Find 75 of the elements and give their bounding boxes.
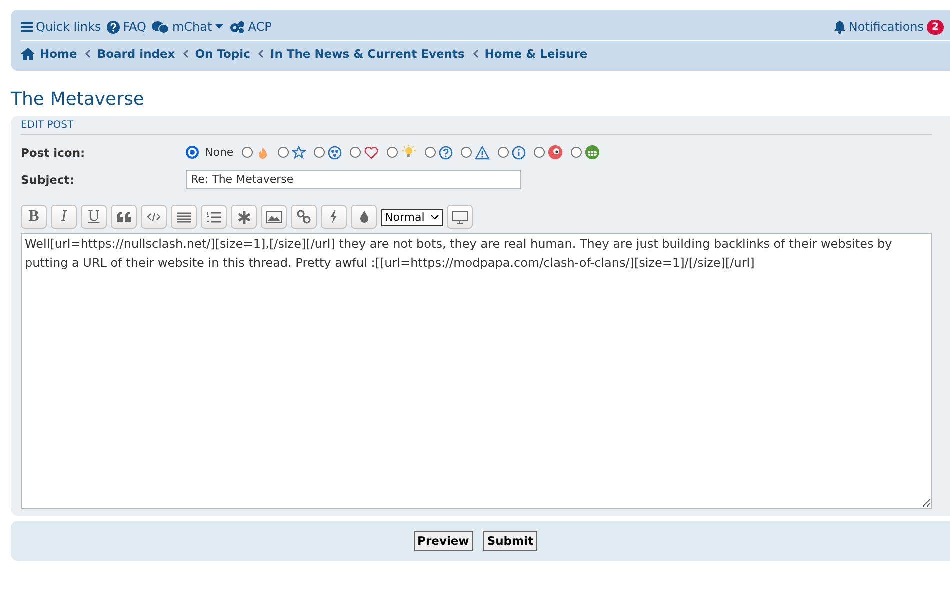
code-icon xyxy=(147,212,161,222)
drop-button[interactable] xyxy=(351,205,377,229)
menu-icon xyxy=(21,21,33,33)
image-icon xyxy=(266,211,282,223)
notification-count: 2 xyxy=(927,20,944,34)
caret-icon xyxy=(430,214,439,220)
lightning-icon xyxy=(330,210,338,224)
breadcrumb-link[interactable]: Home & Leisure xyxy=(484,47,588,61)
section-heading: EDIT POST xyxy=(21,120,932,135)
link-icon xyxy=(297,210,311,224)
quote-button[interactable] xyxy=(111,205,137,229)
message-field[interactable]: Well[url=https://nullsclash.net/][size=1],[/size][/url] they are not bots, they are real human. They are just building backlinks of their websites by putting a URL of their website in this thread. Pretty awful :[[url=https://modpapa.com/clash-of-clans/][size=1]/[/size][/url] xyxy=(21,233,932,509)
page-title: The Metaverse xyxy=(11,89,146,110)
field-label: Post icon: xyxy=(21,146,86,160)
bell-icon xyxy=(834,20,846,34)
font-size-select[interactable]: Normal xyxy=(381,208,443,226)
quote-icon xyxy=(117,212,131,222)
submit-button[interactable]: Submit xyxy=(483,531,538,551)
drop-icon xyxy=(360,211,368,223)
image-button[interactable] xyxy=(261,205,287,229)
warning-icon xyxy=(474,146,490,160)
chevron-icon xyxy=(472,50,479,58)
radio-button[interactable] xyxy=(460,147,472,158)
question-icon xyxy=(438,146,453,160)
radio-button[interactable] xyxy=(186,146,199,159)
radio-button[interactable] xyxy=(350,147,361,158)
radio-button[interactable] xyxy=(534,147,545,158)
breadcrumb-link[interactable]: In The News & Current Events xyxy=(270,47,465,61)
numlist-button[interactable] xyxy=(201,205,227,229)
monitor-icon xyxy=(452,210,468,224)
gears-icon xyxy=(230,20,246,34)
face-icon xyxy=(548,145,563,160)
monitor-button[interactable] xyxy=(446,205,473,229)
info-icon xyxy=(512,146,526,160)
list-icon xyxy=(177,212,191,222)
lightbulb-icon xyxy=(400,145,417,160)
radiation-icon xyxy=(328,146,342,160)
radio-button[interactable] xyxy=(424,147,436,158)
flash-button[interactable] xyxy=(321,205,347,229)
nav-link[interactable]: Quick links xyxy=(21,20,102,34)
chevron-icon xyxy=(85,50,92,58)
nav-link[interactable]: FAQ xyxy=(107,20,146,34)
grin-face-icon xyxy=(584,145,600,160)
breadcrumb-link[interactable]: Board index xyxy=(97,47,176,61)
nav-link[interactable]: ACP xyxy=(230,20,272,34)
radio-button[interactable] xyxy=(314,147,325,158)
format-button[interactable]: B xyxy=(21,205,47,229)
help-icon xyxy=(107,20,120,34)
nav-link[interactable]: mChat xyxy=(152,20,224,34)
format-button[interactable]: I xyxy=(51,205,77,229)
home-icon xyxy=(21,48,35,60)
breadcrumb-link[interactable]: On Topic xyxy=(195,47,250,61)
code-button[interactable] xyxy=(141,205,167,229)
radio-button[interactable] xyxy=(242,147,253,158)
radio-button[interactable] xyxy=(278,147,289,158)
asterisk-icon xyxy=(238,210,250,224)
radio-button[interactable] xyxy=(498,147,509,158)
heart-icon xyxy=(364,146,379,160)
list-button[interactable] xyxy=(171,205,197,229)
numbered-list-icon xyxy=(207,210,221,224)
subject-field[interactable]: Re: The Metaverse xyxy=(186,170,521,189)
radio-button[interactable] xyxy=(386,147,398,158)
link-button[interactable] xyxy=(291,205,317,229)
option-label: None xyxy=(205,146,234,159)
chat-icon xyxy=(152,20,170,34)
notifications-link[interactable]: Notifications xyxy=(834,20,924,34)
breadcrumb-link[interactable]: Home xyxy=(40,47,78,61)
field-label: Subject: xyxy=(21,172,76,186)
asterisk-button[interactable] xyxy=(231,205,257,229)
chevron-icon xyxy=(258,50,264,58)
submit-button[interactable]: Preview xyxy=(414,531,474,551)
format-button[interactable]: U xyxy=(81,205,107,229)
chevron-icon xyxy=(183,50,190,58)
star-icon xyxy=(292,146,306,160)
radio-button[interactable] xyxy=(570,147,582,158)
